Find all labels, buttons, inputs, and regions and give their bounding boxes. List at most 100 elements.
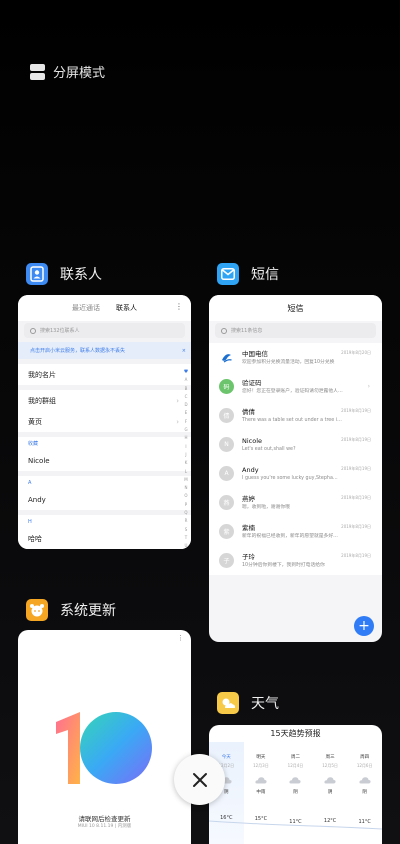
tab-contacts[interactable]: 联系人 bbox=[116, 303, 137, 313]
alpha-index-letter[interactable]: A bbox=[185, 376, 188, 384]
tab-recent-calls[interactable]: 最近通话 bbox=[72, 303, 100, 313]
alpha-index-letter[interactable]: C bbox=[185, 393, 188, 401]
conversation-preview: 新年的祝福已经收到，新年的愿望就是多好… bbox=[242, 533, 338, 539]
forecast-day-name: 周三 bbox=[325, 755, 335, 760]
alpha-index-letter[interactable]: T bbox=[185, 534, 187, 542]
sms-title: 短信 bbox=[209, 295, 382, 321]
alpha-index-letter[interactable]: E bbox=[185, 409, 188, 417]
conversation-item[interactable]: A Andy I guess you're some lucky guy,Steph… bbox=[209, 459, 382, 488]
yellow-pages-row[interactable]: 黄页 › bbox=[18, 411, 191, 432]
conversation-item[interactable]: N Nicole Let's eat out,shall we? 2019年8月19日 bbox=[209, 430, 382, 459]
alpha-index-letter[interactable]: R bbox=[185, 517, 188, 525]
alpha-index-letter[interactable]: M bbox=[184, 476, 187, 484]
cloud-banner[interactable]: 点击开启小米云服务，联系人数据永不丢失 × bbox=[18, 342, 191, 359]
person-avatar-icon: A bbox=[219, 466, 234, 481]
conversation-item[interactable]: 倩倩倩 There was a table set out under a tre… bbox=[209, 401, 382, 430]
updater-app-header[interactable]: 系统更新 bbox=[26, 599, 116, 621]
alphabet-index[interactable]: ♥ ABCDEFGHIJKLMNOPQRSTUVWXYZ# bbox=[183, 368, 189, 549]
alpha-index-letter[interactable]: K bbox=[185, 459, 188, 467]
conversation-item[interactable]: 子子玲 10分钟后你到楼下，我到时打电话给你 2019年8月19日 bbox=[209, 546, 382, 575]
person-avatar-icon: N bbox=[219, 437, 234, 452]
contacts-icon bbox=[26, 263, 48, 285]
contacts-search-input[interactable]: 搜索132位联系人 bbox=[24, 323, 185, 338]
weather-card[interactable]: 15天趋势预报 今天 12月2日阴 16°C 明天 12月3日 中雨 15°C 周二 12月4日… bbox=[209, 725, 382, 844]
conversation-item[interactable]: 燕燕婷 嗯，收到啦，谢谢你哦 2019年8月19日 bbox=[209, 488, 382, 517]
forecast-day-name: 周四 bbox=[360, 755, 370, 760]
contacts-app-name: 联系人 bbox=[60, 267, 102, 283]
forecast-date: 12月6日 bbox=[356, 763, 373, 768]
contact-row-andy[interactable]: Andy bbox=[18, 489, 191, 510]
sms-app-header[interactable]: 短信 bbox=[217, 263, 279, 285]
conversation-time: 2019年8月19日 bbox=[341, 553, 371, 558]
forecast-condition: 阴 bbox=[327, 790, 333, 795]
conversation-list: 中国电信 欢迎参加积分兑换流量活动，回复10分兑换 2019年8月20日码验证码 您好… bbox=[209, 343, 382, 575]
alpha-index-letter[interactable]: B bbox=[185, 385, 188, 393]
alpha-index-letter[interactable]: S bbox=[185, 526, 188, 534]
version-label: MIUI 10 8.11.19 | 内测版 bbox=[77, 824, 132, 829]
search-icon bbox=[30, 327, 36, 334]
cloud-banner-text: 点击开启小米云服务，联系人数据永不丢失 bbox=[30, 348, 126, 354]
split-screen-button[interactable]: 分屏模式 bbox=[30, 62, 105, 81]
alpha-index-letter[interactable]: O bbox=[184, 492, 187, 500]
conversation-preview: 您好！您正在登录账户，验证码请勿泄露他人… bbox=[242, 388, 343, 394]
sms-card[interactable]: 短信 搜索11条信息 中国电信 欢迎参加积分兑换流量活动，回复10分兑换 2019年… bbox=[209, 295, 382, 642]
forecast-condition: 中雨 bbox=[256, 790, 266, 795]
sms-app-name: 短信 bbox=[251, 267, 279, 283]
weather-title: 15天趋势预报 bbox=[270, 729, 321, 738]
alpha-index-letter[interactable]: P bbox=[185, 501, 187, 509]
my-card-row[interactable]: 我的名片 bbox=[18, 364, 191, 385]
chevron-right-icon: › bbox=[176, 396, 179, 405]
yellow-pages-label: 黄页 bbox=[28, 417, 42, 426]
contacts-app-header[interactable]: 联系人 bbox=[26, 263, 102, 285]
alpha-index-letter[interactable]: Q bbox=[184, 509, 187, 517]
section-header-h: H bbox=[18, 515, 191, 528]
forecast-condition: 阴 bbox=[293, 790, 298, 795]
alpha-index-letter[interactable]: H bbox=[184, 434, 187, 442]
more-icon[interactable]: ⋮ bbox=[177, 634, 184, 642]
forecast-condition: 阴 bbox=[362, 790, 367, 795]
alpha-index-letter[interactable]: F bbox=[185, 418, 187, 426]
my-card-label: 我的名片 bbox=[28, 370, 56, 379]
contact-row-nicole[interactable]: Nicole bbox=[18, 450, 191, 471]
alpha-index-letter[interactable]: N bbox=[185, 484, 188, 492]
conversation-item[interactable]: 中国电信 欢迎参加积分兑换流量活动，回复10分兑换 2019年8月20日 bbox=[209, 343, 382, 372]
contact-row-haha[interactable]: 哈哈 bbox=[18, 528, 191, 549]
conversation-time: 2019年8月20日 bbox=[341, 350, 371, 355]
conversation-item[interactable]: 码验证码 您好！您正在登录账户，验证码请勿泄露他人… › bbox=[209, 372, 382, 401]
contacts-tabs: 最近通话 联系人 ⋮ bbox=[18, 295, 191, 321]
split-screen-label: 分屏模式 bbox=[53, 66, 106, 81]
forecast-date: 12月3日 bbox=[253, 763, 269, 768]
updater-card[interactable]: ⋮ 请联网后检查更新 MIUI 10 8.11.19 | 内测版 bbox=[18, 630, 191, 844]
temperature-trend-line bbox=[209, 820, 382, 830]
alpha-index-letter[interactable]: J bbox=[185, 451, 186, 459]
conversation-preview: There was a table set out under a tree i… bbox=[242, 417, 342, 423]
close-banner-icon[interactable]: × bbox=[182, 348, 186, 354]
my-groups-label: 我的群组 bbox=[28, 396, 56, 405]
my-groups-row[interactable]: 我的群组 › bbox=[18, 390, 191, 411]
contact-name: Andy bbox=[28, 495, 46, 504]
forecast-condition: 阴 bbox=[224, 790, 229, 795]
weather-icon bbox=[217, 692, 239, 714]
sms-search-input[interactable]: 搜索11条信息 bbox=[215, 323, 376, 338]
forecast-date: 12月4日 bbox=[287, 763, 304, 768]
weather-app-name: 天气 bbox=[251, 696, 279, 712]
contact-name: Nicole bbox=[28, 456, 50, 465]
weather-app-header[interactable]: 天气 bbox=[217, 692, 279, 714]
conversation-time: 2019年8月19日 bbox=[341, 408, 371, 413]
clear-all-button[interactable] bbox=[174, 754, 225, 805]
forecast-day-name: 明天 bbox=[256, 755, 266, 760]
updater-app-name: 系统更新 bbox=[60, 603, 116, 619]
conversation-time: 2019年8月19日 bbox=[341, 437, 371, 442]
contacts-card[interactable]: 最近通话 联系人 ⋮ 搜索132位联系人 点击开启小米云服务，联系人数据永不丢失… bbox=[18, 295, 191, 549]
conversation-item[interactable]: 紫紫楠 新年的祝福已经收到，新年的愿望就是多好… 2019年8月19日 bbox=[209, 517, 382, 546]
favorites-heart-icon[interactable]: ♥ bbox=[184, 368, 188, 376]
new-message-button[interactable]: + bbox=[354, 616, 374, 636]
alpha-index-letter[interactable]: G bbox=[184, 426, 187, 434]
miui-10-logo bbox=[56, 712, 152, 784]
alpha-index-letter[interactable]: I bbox=[185, 443, 186, 451]
alpha-index-letter[interactable]: L bbox=[185, 468, 187, 476]
more-icon[interactable]: ⋮ bbox=[175, 302, 183, 311]
contacts-search-placeholder: 搜索132位联系人 bbox=[40, 328, 80, 334]
alpha-index-letter[interactable]: D bbox=[184, 401, 187, 409]
alpha-index-letter[interactable]: U bbox=[185, 542, 188, 549]
